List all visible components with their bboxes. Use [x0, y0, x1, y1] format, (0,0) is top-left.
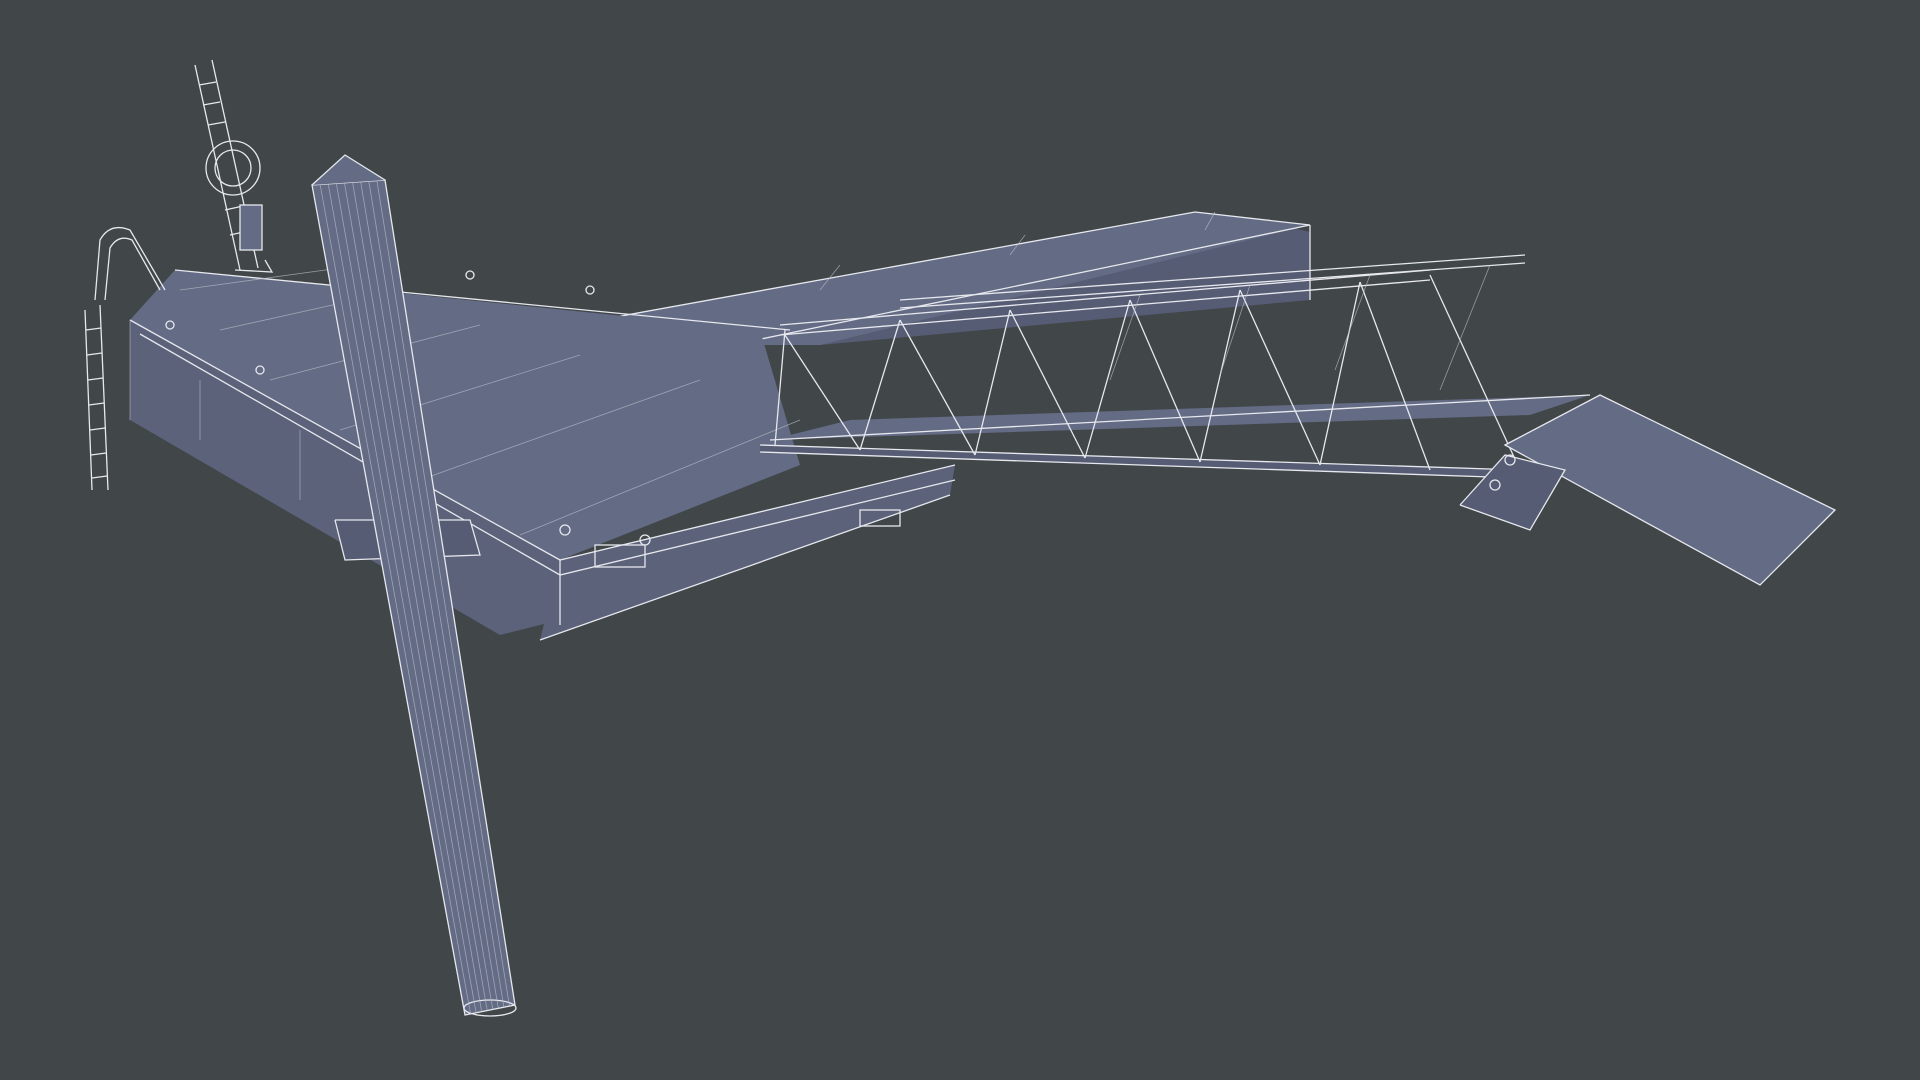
lifebuoy-icon	[205, 140, 261, 196]
landing-ramp	[1459, 394, 1837, 586]
wireframe-render	[84, 59, 1837, 1017]
rear-ladder-with-lifebuoy	[194, 59, 274, 273]
